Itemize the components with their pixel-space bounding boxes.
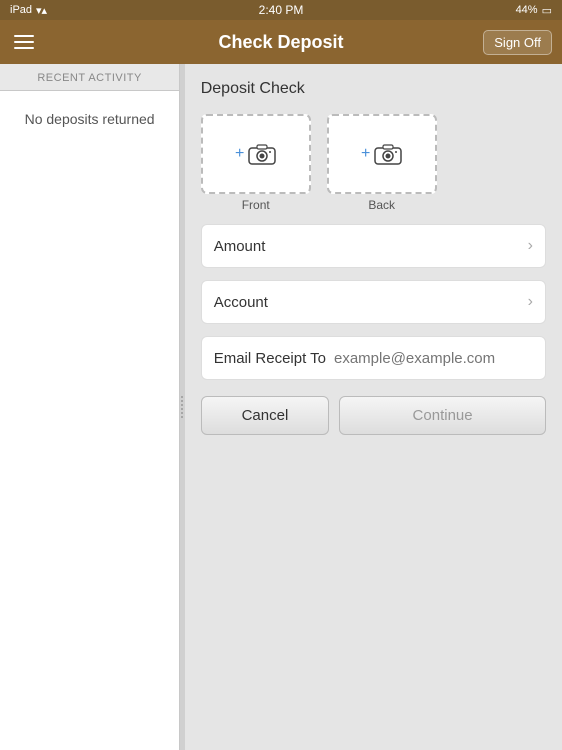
right-panel: Deposit Check + [185, 64, 562, 750]
amount-chevron-icon: › [528, 237, 533, 255]
deposit-check-title: Deposit Check [201, 80, 546, 98]
account-field[interactable]: Account › [201, 280, 546, 324]
front-photo-wrap: + Front [201, 114, 311, 212]
wifi-icon: ▾▴ [36, 4, 47, 17]
front-camera-icon-wrap: + [235, 143, 276, 165]
back-camera-icon-wrap: + [361, 143, 402, 165]
battery-pct: 44% [516, 4, 538, 16]
navbar: Check Deposit Sign Off [0, 20, 562, 64]
menu-button[interactable] [10, 31, 38, 53]
account-chevron-icon: › [528, 293, 533, 311]
drag-dot-5 [181, 412, 183, 414]
menu-bar-2 [14, 41, 34, 43]
sign-off-button[interactable]: Sign Off [483, 30, 552, 55]
menu-bar-3 [14, 47, 34, 49]
email-receipt-input[interactable] [334, 350, 533, 367]
left-panel: RECENT ACTIVITY No deposits returned [0, 64, 180, 750]
status-time: 2:40 PM [259, 3, 304, 17]
account-label: Account [214, 294, 268, 311]
device-label: iPad [10, 4, 32, 16]
back-camera-icon [374, 143, 402, 165]
amount-field[interactable]: Amount › [201, 224, 546, 268]
status-bar: iPad ▾▴ 2:40 PM 44% ▭ [0, 0, 562, 20]
front-label: Front [242, 198, 270, 212]
email-receipt-row: Email Receipt To [201, 336, 546, 380]
page-title: Check Deposit [218, 32, 343, 53]
front-camera-icon [248, 143, 276, 165]
back-plus-icon: + [361, 145, 370, 163]
drag-dot-2 [181, 400, 183, 402]
no-deposits-text: No deposits returned [25, 111, 155, 127]
drag-dot-6 [181, 416, 183, 418]
back-photo-wrap: + Back [327, 114, 437, 212]
drag-dot-4 [181, 408, 183, 410]
drag-dot-3 [181, 404, 183, 406]
battery-icon: ▭ [542, 4, 552, 17]
email-receipt-label: Email Receipt To [214, 350, 326, 367]
recent-activity-header: RECENT ACTIVITY [0, 64, 179, 91]
button-row: Cancel Continue [201, 396, 546, 435]
status-right: 44% ▭ [516, 4, 552, 17]
front-photo-button[interactable]: + [201, 114, 311, 194]
continue-button[interactable]: Continue [339, 396, 546, 435]
menu-bar-1 [14, 35, 34, 37]
status-left: iPad ▾▴ [10, 4, 47, 17]
drag-dot-1 [181, 396, 183, 398]
back-photo-button[interactable]: + [327, 114, 437, 194]
main-layout: RECENT ACTIVITY No deposits returned Dep… [0, 64, 562, 750]
back-label: Back [368, 198, 395, 212]
front-plus-icon: + [235, 145, 244, 163]
no-deposits-section: No deposits returned [0, 91, 179, 750]
amount-label: Amount [214, 238, 266, 255]
cancel-button[interactable]: Cancel [201, 396, 329, 435]
camera-row: + Front + [201, 114, 546, 212]
